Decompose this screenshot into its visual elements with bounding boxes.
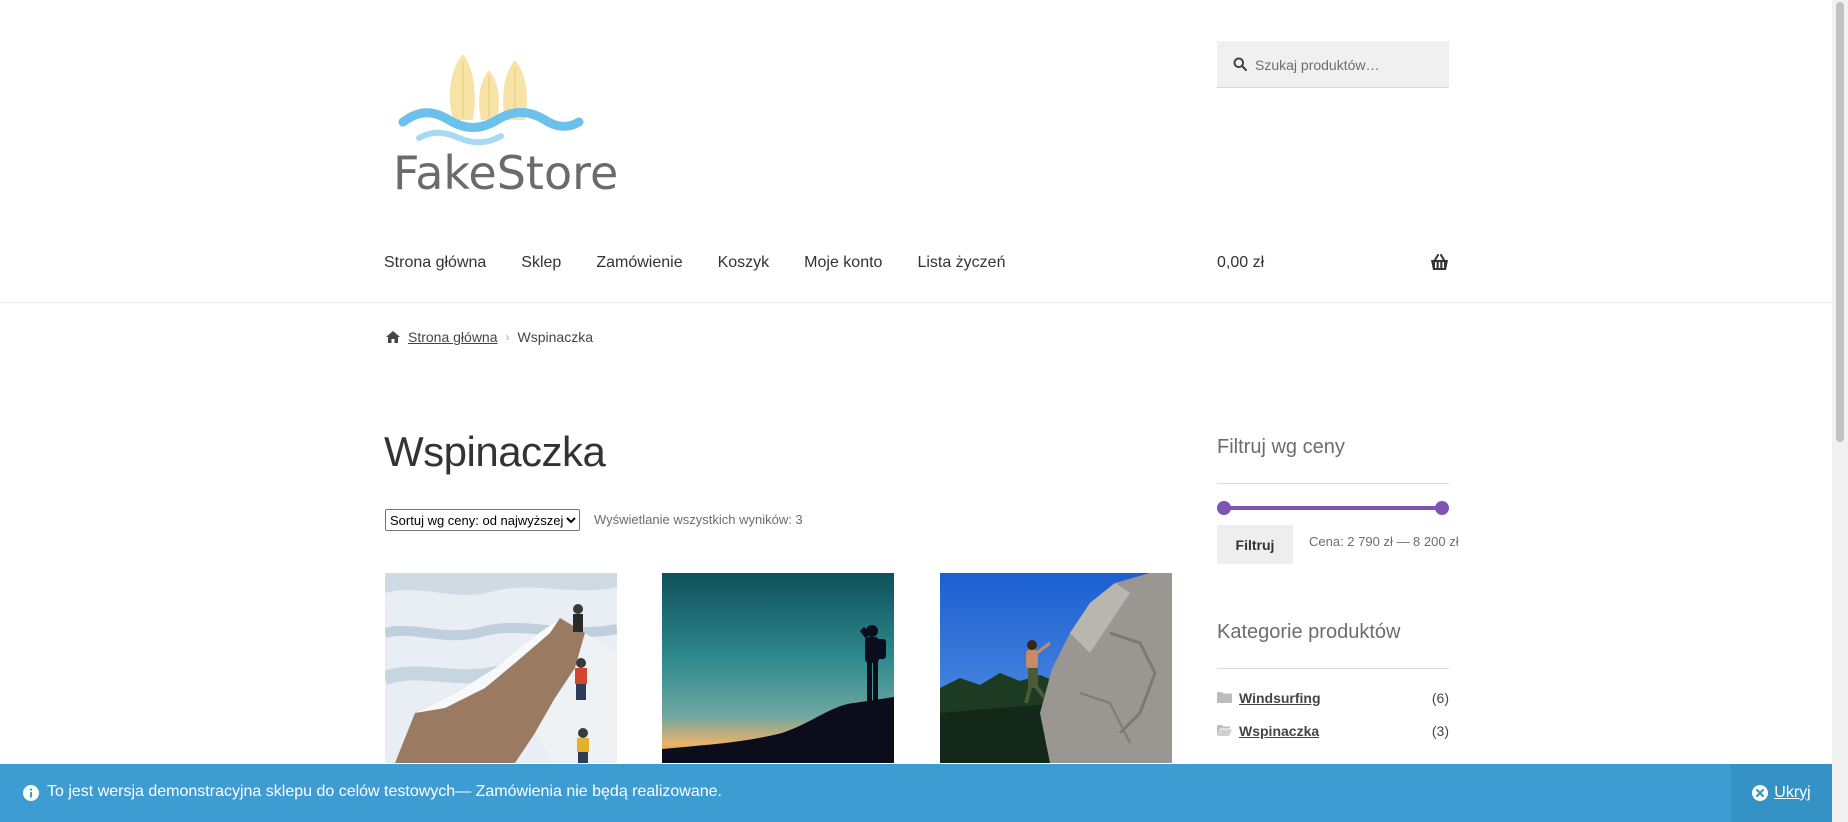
nav-shop[interactable]: Sklep <box>521 254 561 272</box>
product-image-3[interactable] <box>940 573 1172 763</box>
page-title: Wspinaczka <box>384 428 606 475</box>
category-count: (3) <box>1431 723 1449 739</box>
breadcrumb: Strona główna › Wspinaczka <box>385 329 593 345</box>
basket-icon[interactable] <box>1430 254 1449 271</box>
notice-text: To jest wersja demonstracyjna sklepu do … <box>47 783 722 800</box>
nav-checkout[interactable]: Zamówienie <box>596 254 682 272</box>
logo-text: FakeStore <box>393 146 618 196</box>
price-slider[interactable] <box>1217 501 1449 515</box>
list-item: Wspinaczka (3) <box>1217 723 1449 756</box>
folder-open-icon <box>1217 725 1232 736</box>
cart-total[interactable]: 0,00 zł <box>1217 254 1264 272</box>
nav-home[interactable]: Strona główna <box>384 254 486 272</box>
categories-title: Kategorie produktów <box>1217 621 1401 643</box>
price-range-label: Cena: 2 790 zł — 8 200 zł <box>1309 534 1459 549</box>
category-link-wspinaczka[interactable]: Wspinaczka <box>1239 723 1319 739</box>
breadcrumb-home-link[interactable]: Strona główna <box>408 329 498 345</box>
site-logo[interactable]: FakeStore <box>389 48 619 196</box>
page-scrollbar[interactable] <box>1832 0 1848 822</box>
breadcrumb-current: Wspinaczka <box>517 329 593 345</box>
filter-button[interactable]: Filtruj <box>1217 525 1293 564</box>
dismiss-label: Ukryj <box>1774 784 1811 801</box>
nav-wishlist[interactable]: Lista życzeń <box>917 254 1005 272</box>
widget-divider <box>1217 668 1449 669</box>
price-slider-range <box>1223 506 1443 510</box>
site-header: FakeStore Strona główna Sklep Zamówienie… <box>0 0 1832 303</box>
category-list: Windsurfing (6) Wspinaczka (3) <box>1217 690 1449 756</box>
home-icon <box>386 331 400 343</box>
list-item: Windsurfing (6) <box>1217 690 1449 723</box>
price-slider-max-handle[interactable] <box>1435 501 1449 515</box>
info-icon <box>23 785 39 801</box>
folder-icon <box>1217 692 1232 703</box>
category-link-windsurfing[interactable]: Windsurfing <box>1239 690 1321 706</box>
search-input[interactable] <box>1253 41 1443 88</box>
nav-my-account[interactable]: Moje konto <box>804 254 882 272</box>
breadcrumb-separator: › <box>505 330 510 344</box>
results-count: Wyświetlanie wszystkich wyników: 3 <box>594 512 803 527</box>
product-image-1[interactable] <box>385 573 617 763</box>
product-image-2[interactable] <box>662 573 894 763</box>
widget-divider <box>1217 483 1449 484</box>
price-slider-min-handle[interactable] <box>1217 501 1231 515</box>
category-count: (6) <box>1431 690 1449 706</box>
product-search <box>1217 41 1449 88</box>
sort-select[interactable]: Sortuj wg ceny: od najwyższej <box>385 509 580 531</box>
nav-cart[interactable]: Koszyk <box>718 254 770 272</box>
store-notice: To jest wersja demonstracyjna sklepu do … <box>0 764 1832 822</box>
close-icon <box>1752 785 1769 801</box>
primary-navigation: Strona główna Sklep Zamówienie Koszyk Mo… <box>384 254 1040 272</box>
price-filter-title: Filtruj wg ceny <box>1217 436 1345 458</box>
search-icon <box>1233 57 1247 71</box>
dismiss-notice-button[interactable]: Ukryj <box>1731 764 1832 822</box>
scrollbar-thumb[interactable] <box>1836 2 1844 442</box>
